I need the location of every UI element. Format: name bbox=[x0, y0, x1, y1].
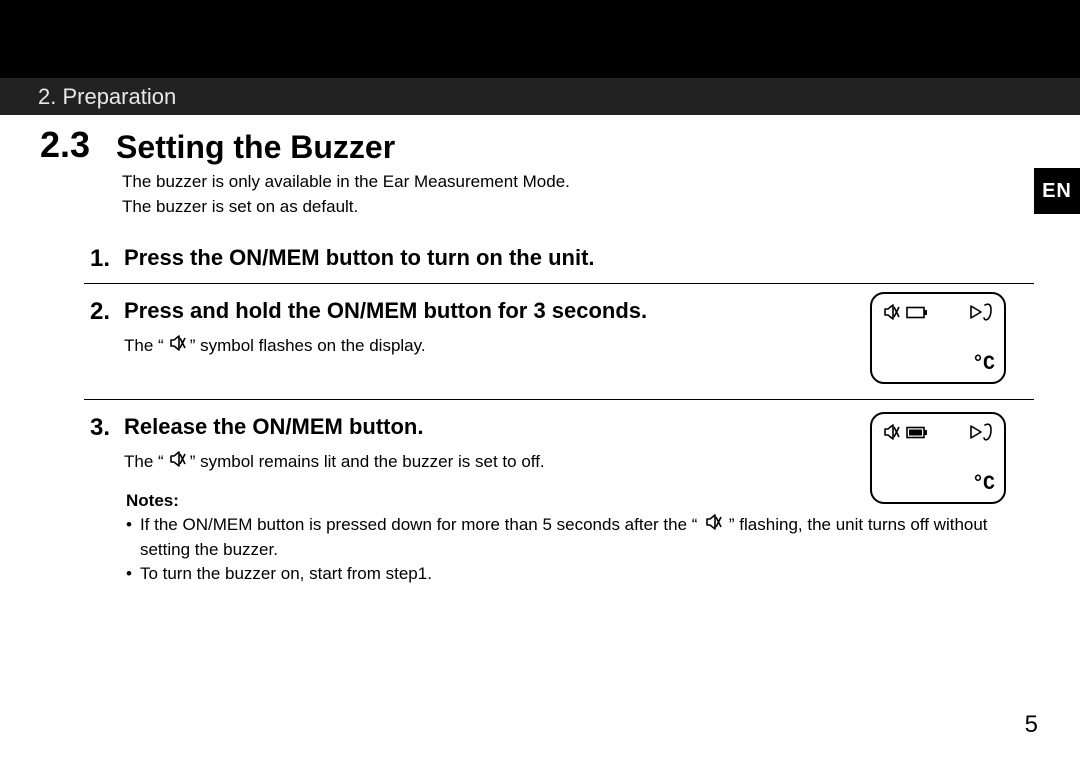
play-triangle-icon bbox=[969, 304, 983, 325]
manual-page: 2. Preparation EN 2.3 Setting the Buzzer… bbox=[0, 0, 1080, 763]
chapter-bar: 2. Preparation bbox=[0, 78, 1080, 115]
lcd-top-row bbox=[882, 422, 994, 447]
display-illustration-step2: °C bbox=[870, 292, 1006, 384]
lcd-bottom-row: °C bbox=[882, 353, 994, 376]
intro-line-1: The buzzer is only available in the Ear … bbox=[122, 170, 1040, 195]
intro-line-2: The buzzer is set on as default. bbox=[122, 195, 1040, 220]
mute-icon bbox=[704, 513, 722, 538]
step-desc-post: ” symbol flashes on the display. bbox=[190, 336, 426, 356]
step-desc-pre: The “ bbox=[124, 336, 164, 356]
step-item: 1. Press the ON/MEM button to turn on th… bbox=[84, 231, 1040, 273]
bullet-icon: • bbox=[126, 513, 132, 537]
temperature-unit: °C bbox=[972, 473, 994, 496]
step-desc-post: ” symbol remains lit and the buzzer is s… bbox=[190, 452, 545, 472]
ear-icon bbox=[983, 302, 994, 327]
section-number: 2.3 bbox=[40, 124, 90, 166]
bullet-icon: • bbox=[126, 562, 132, 586]
note-item: • If the ON/MEM button is pressed down f… bbox=[126, 513, 1040, 562]
language-tab: EN bbox=[1034, 168, 1080, 214]
section-heading: 2.3 Setting the Buzzer bbox=[40, 124, 1040, 166]
display-illustration-step3: °C bbox=[870, 412, 1006, 504]
chapter-title: 2. Preparation bbox=[38, 84, 176, 110]
step-title: Press the ON/MEM button to turn on the u… bbox=[124, 245, 1040, 271]
mute-icon bbox=[168, 450, 186, 473]
page-number: 5 bbox=[1025, 711, 1038, 739]
notes-list: • If the ON/MEM button is pressed down f… bbox=[126, 513, 1040, 586]
note-text: To turn the buzzer on, start from step1. bbox=[140, 562, 1040, 586]
mute-icon bbox=[882, 303, 900, 326]
step-desc-pre: The “ bbox=[124, 452, 164, 472]
battery-full-icon bbox=[906, 426, 928, 444]
intro-text: The buzzer is only available in the Ear … bbox=[122, 170, 1040, 219]
lcd-bottom-row: °C bbox=[882, 473, 994, 496]
step-number: 3. bbox=[84, 414, 110, 473]
note-text: If the ON/MEM button is pressed down for… bbox=[140, 513, 1040, 562]
step-number: 1. bbox=[84, 245, 110, 273]
play-triangle-icon bbox=[969, 424, 983, 445]
mute-icon bbox=[168, 334, 186, 357]
step-number: 2. bbox=[84, 298, 110, 357]
battery-empty-icon bbox=[906, 306, 928, 324]
temperature-unit: °C bbox=[972, 353, 994, 376]
mute-icon bbox=[882, 423, 900, 446]
section-title: Setting the Buzzer bbox=[116, 129, 395, 166]
ear-icon bbox=[983, 422, 994, 447]
note-item: • To turn the buzzer on, start from step… bbox=[126, 562, 1040, 586]
lcd-top-row bbox=[882, 302, 994, 327]
